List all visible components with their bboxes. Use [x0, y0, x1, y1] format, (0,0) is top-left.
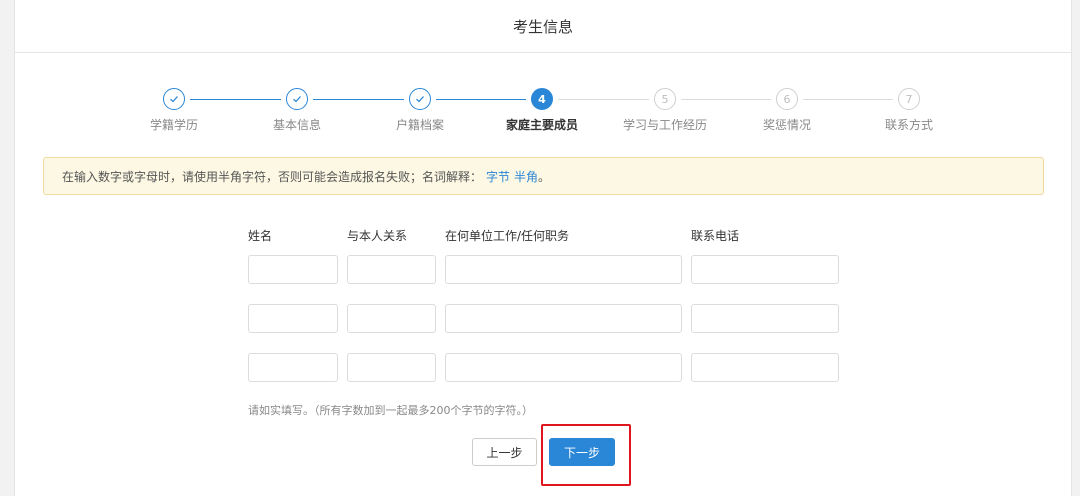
phone-input[interactable]: [691, 255, 839, 284]
employer-input[interactable]: [445, 304, 682, 333]
step-5: 5 学习与工作经历: [610, 88, 720, 133]
step-label: 学籍学历: [149, 118, 198, 132]
form-card: 考生信息 学籍学历 基本信息 户籍档案 4 家庭主要成员 5 学习与工作经历 6 奖惩情况 7 联系…: [14, 0, 1072, 496]
relation-input[interactable]: [347, 255, 436, 284]
step-1: 学籍学历: [119, 88, 229, 133]
notice-banner: 在输入数字或字母时，请使用半角字符，否则可能会造成报名失败；名词解释： 字节 半…: [43, 157, 1044, 195]
step-2: 基本信息: [242, 88, 352, 133]
column-header-phone: 联系电话: [691, 229, 740, 243]
step-4: 4 家庭主要成员: [487, 88, 597, 133]
check-icon: [286, 88, 308, 110]
form-hint: 请如实填写。（所有字数加到一起最多200个字节的字符。）: [248, 404, 533, 417]
column-header-employer: 在何单位工作/任何职务: [445, 229, 570, 243]
step-progress: 学籍学历 基本信息 户籍档案 4 家庭主要成员 5 学习与工作经历 6 奖惩情况 7 联系方式: [15, 88, 1073, 136]
name-input[interactable]: [248, 304, 338, 333]
check-icon: [409, 88, 431, 110]
step-6: 6 奖惩情况: [732, 88, 842, 133]
step-3: 户籍档案: [365, 88, 475, 133]
step-number: 7: [898, 88, 920, 110]
relation-input[interactable]: [347, 304, 436, 333]
name-input[interactable]: [248, 255, 338, 284]
link-byte[interactable]: 字节: [486, 168, 510, 185]
step-label: 户籍档案: [395, 118, 444, 132]
relation-input[interactable]: [347, 353, 436, 382]
employer-input[interactable]: [445, 353, 682, 382]
phone-input[interactable]: [691, 304, 839, 333]
name-input[interactable]: [248, 353, 338, 382]
step-number: 5: [654, 88, 676, 110]
page-title: 考生信息: [512, 17, 573, 36]
step-label: 家庭主要成员: [505, 118, 578, 132]
previous-step-button[interactable]: 上一步: [472, 438, 537, 466]
step-7: 7 联系方式: [854, 88, 964, 133]
step-number: 6: [776, 88, 798, 110]
step-label: 联系方式: [884, 118, 933, 132]
column-header-relation: 与本人关系: [347, 229, 408, 243]
employer-input[interactable]: [445, 255, 682, 284]
phone-input[interactable]: [691, 353, 839, 382]
step-label: 奖惩情况: [762, 118, 811, 132]
notice-end: 。: [538, 169, 551, 184]
highlight-box: [541, 424, 631, 486]
column-header-name: 姓名: [248, 229, 273, 243]
link-halfwidth[interactable]: 半角: [514, 168, 538, 185]
step-number: 4: [531, 88, 553, 110]
page-header: 考生信息: [15, 0, 1071, 53]
check-icon: [163, 88, 185, 110]
step-label: 基本信息: [272, 118, 321, 132]
notice-text: 在输入数字或字母时，请使用半角字符，否则可能会造成报名失败；名词解释：: [62, 169, 483, 184]
step-label: 学习与工作经历: [622, 118, 707, 132]
